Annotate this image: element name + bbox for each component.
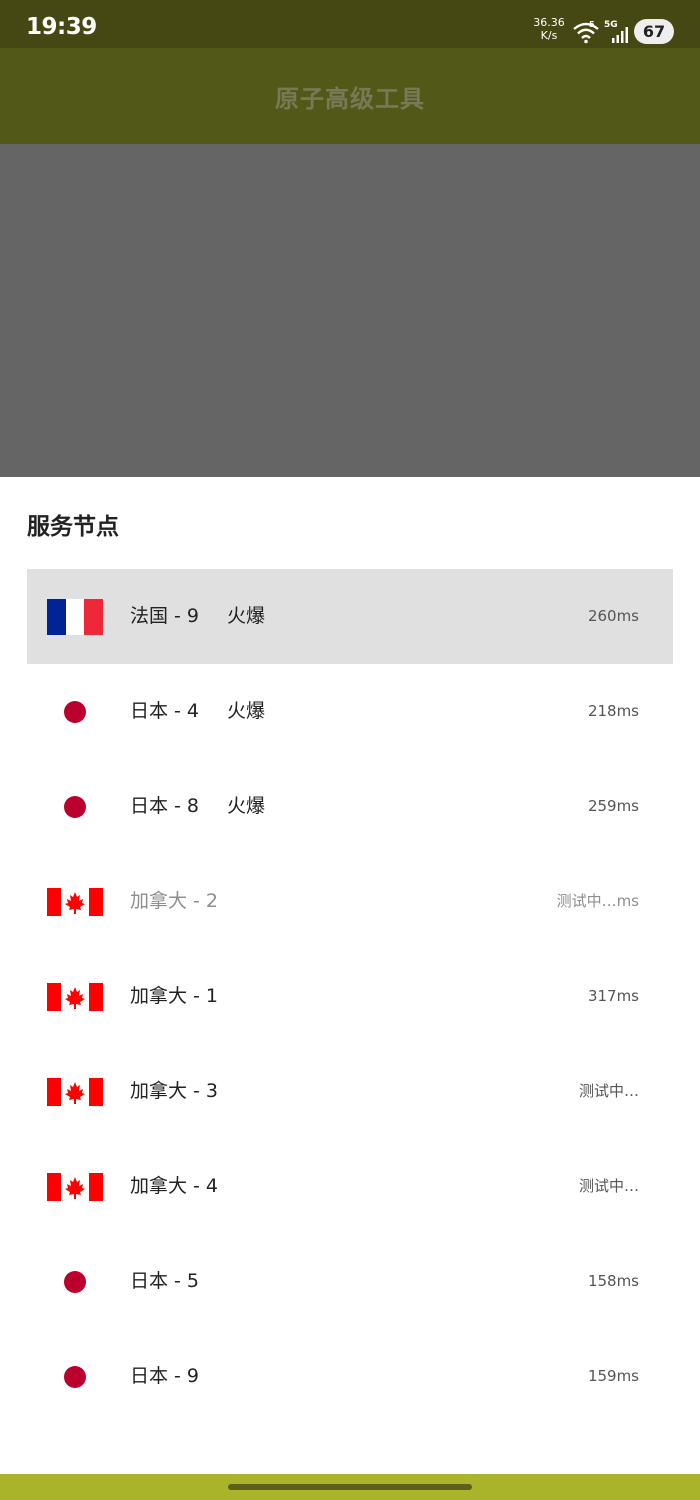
node-row-8[interactable]: 日本 - 5 158ms <box>27 1234 673 1329</box>
node-latency: 测试中… <box>578 1082 639 1100</box>
node-latency: 317ms <box>587 987 639 1005</box>
japan-flag <box>47 789 103 825</box>
node-name: 加拿大 - 2 <box>130 890 219 912</box>
canada-flag <box>47 884 103 920</box>
network-speed-unit: K/s <box>540 29 558 42</box>
navigation-bar <box>0 1474 700 1500</box>
node-latency: 218ms <box>587 702 639 720</box>
node-label: 加拿大 - 2 <box>130 854 218 949</box>
node-label: 日本 - 5 <box>130 1234 199 1329</box>
battery-level: 67 <box>642 22 666 41</box>
node-name: 日本 - 9 <box>130 1365 200 1387</box>
node-name: 日本 - 8 <box>130 795 200 817</box>
node-name: 加拿大 - 4 <box>130 1175 219 1197</box>
node-latency: 158ms <box>587 1272 639 1290</box>
japan-flag <box>47 694 103 730</box>
canada-flag <box>47 1074 103 1110</box>
node-name: 日本 - 4 <box>130 700 200 722</box>
node-name: 法国 - 9 <box>130 605 200 627</box>
node-tag: 火爆 <box>227 795 266 817</box>
status-time: 19:39 <box>26 14 97 40</box>
node-latency: 159ms <box>587 1367 639 1385</box>
node-row-3[interactable]: 日本 - 8 火爆 259ms <box>27 759 673 854</box>
canada-flag <box>47 979 103 1015</box>
modal-scrim[interactable] <box>0 144 700 477</box>
node-latency: 测试中… <box>578 1177 639 1195</box>
node-row-6[interactable]: 加拿大 - 3 测试中… <box>27 1044 673 1139</box>
sheet-title: 服务节点 <box>27 514 119 540</box>
node-label: 法国 - 9 火爆 <box>130 569 265 664</box>
network-speed: 36.36 K/s <box>533 16 565 42</box>
canada-flag <box>47 1169 103 1205</box>
signal-icon <box>612 27 628 43</box>
node-name: 加拿大 - 3 <box>130 1080 219 1102</box>
app-title: 原子高级工具 <box>275 84 425 113</box>
node-name: 日本 - 5 <box>130 1270 200 1292</box>
node-row-4[interactable]: 加拿大 - 2 测试中…ms <box>27 854 673 949</box>
battery-icon: 67 <box>634 19 674 44</box>
node-name: 加拿大 - 1 <box>130 985 219 1007</box>
japan-flag <box>47 1264 103 1300</box>
node-latency: 测试中…ms <box>556 892 639 910</box>
node-row-7[interactable]: 加拿大 - 4 测试中… <box>27 1139 673 1234</box>
home-handle[interactable] <box>228 1484 472 1490</box>
node-tag: 火爆 <box>227 605 266 627</box>
node-bottom-sheet: 服务节点 法国 - 9 火爆 260ms 日本 - 4 火爆 218ms 日本 - … <box>0 477 700 1474</box>
node-latency: 259ms <box>587 797 639 815</box>
node-label: 日本 - 9 <box>130 1329 199 1424</box>
network-speed-value: 36.36 <box>533 16 565 29</box>
node-row-5[interactable]: 加拿大 - 1 317ms <box>27 949 673 1044</box>
node-row-2[interactable]: 日本 - 4 火爆 218ms <box>27 664 673 759</box>
node-list: 法国 - 9 火爆 260ms 日本 - 4 火爆 218ms 日本 - 8 火爆 2… <box>27 569 673 1424</box>
node-latency: 260ms <box>587 607 639 625</box>
japan-flag <box>47 1359 103 1395</box>
status-bar: 19:39 36.36 K/s 5 5G 67 <box>0 0 700 48</box>
france-flag <box>47 599 103 635</box>
node-label: 加拿大 - 3 <box>130 1044 218 1139</box>
app-bar: 原子高级工具 <box>0 48 700 144</box>
node-label: 加拿大 - 4 <box>130 1139 218 1234</box>
node-label: 日本 - 8 火爆 <box>130 759 265 854</box>
wifi-icon <box>573 22 599 44</box>
node-tag: 火爆 <box>227 700 266 722</box>
node-row-9[interactable]: 日本 - 9 159ms <box>27 1329 673 1424</box>
wifi-badge: 5 <box>589 20 595 29</box>
node-row-1[interactable]: 法国 - 9 火爆 260ms <box>27 569 673 664</box>
node-label: 日本 - 4 火爆 <box>130 664 265 759</box>
node-label: 加拿大 - 1 <box>130 949 218 1044</box>
